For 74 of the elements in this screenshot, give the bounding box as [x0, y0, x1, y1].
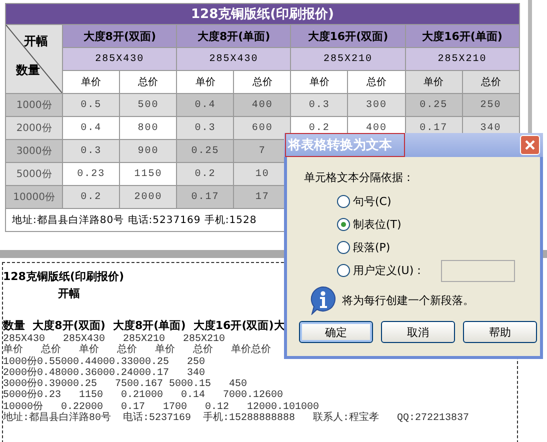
- table-cell: 0.25: [176, 140, 234, 162]
- table-cell: 2000份: [6, 116, 63, 140]
- input-field[interactable]: [440, 260, 515, 282]
- table-cell: 0.4: [176, 94, 234, 116]
- radio-button[interactable]: [337, 241, 350, 254]
- table-header: 285X430: [176, 48, 291, 70]
- table-cell: 5000份: [6, 162, 63, 186]
- table-cell: 0.23: [62, 162, 120, 186]
- text-line: 3000份0.39000.25 7500.167 5000.15 450: [3, 379, 248, 390]
- table-header: 大度8开(双面): [62, 24, 177, 48]
- table-cell: 0.4: [62, 116, 120, 140]
- table-cell: 800: [120, 116, 177, 140]
- text-line: 5000份0.23 1150 0.21000 0.14 7000.12600: [3, 390, 284, 402]
- table-cell: 3000份: [6, 140, 63, 162]
- text-line: 2000份0.48000.36000.24000.17 340: [3, 368, 206, 379]
- close-button[interactable]: [520, 135, 540, 155]
- table-cell: 1000份: [6, 94, 63, 116]
- radio-label[interactable]: 句号(C): [353, 194, 392, 209]
- table-cell: 600: [234, 116, 291, 140]
- table-cell: 0.2: [62, 186, 120, 208]
- radio-button[interactable]: [337, 264, 350, 277]
- table-header: 大度8开(单面): [176, 24, 291, 48]
- table-cell: 0.3: [62, 140, 120, 162]
- table-cell: 10000份: [6, 186, 63, 208]
- text-line: 128克铜版纸(印刷报价): [3, 269, 124, 285]
- table-header: 单价: [405, 70, 462, 94]
- table-title: 128克铜版纸(印刷报价): [6, 4, 520, 24]
- text-line: 数量 大度8开(双面) 大度8开(单面) 大度16开(双面)大: [3, 318, 285, 334]
- table-cell: 400: [234, 94, 291, 116]
- text-line: 单价 总价 单价 总价 单价 总价 单价总价: [3, 345, 272, 356]
- text-line: 1000份0.55000.44000.33000.25 250: [3, 356, 206, 368]
- radio-button[interactable]: [337, 218, 350, 231]
- table-header: 单价: [176, 70, 234, 94]
- text-line: 开幅: [58, 286, 80, 302]
- table-cell: 0.3: [176, 116, 234, 140]
- dialog-button[interactable]: 确定: [299, 321, 373, 343]
- radio-label[interactable]: 制表位(T): [353, 217, 402, 232]
- dialog-button[interactable]: 取消: [381, 321, 455, 343]
- table-header: 大度16开(单面): [405, 24, 520, 48]
- table-header: 总价: [462, 70, 520, 94]
- close-icon: [524, 139, 536, 151]
- table-cell: 250: [462, 94, 520, 116]
- table-cell: 500: [120, 94, 177, 116]
- table-header: 总价: [234, 70, 291, 94]
- table-header: 285X430: [62, 48, 177, 70]
- table-cell: 1150: [120, 162, 177, 186]
- info-icon: [308, 285, 338, 315]
- info-message: 将为每行创建一个新段落。: [342, 292, 474, 308]
- table-cell: 0.25: [405, 94, 462, 116]
- table-header: 285X210: [290, 48, 406, 70]
- table-cell: 300: [348, 94, 406, 116]
- table-header: 总价: [120, 70, 177, 94]
- text-line: 10000份 0.22000 0.17 1700 0.12 12000.101000: [3, 402, 320, 413]
- prompt-label: 单元格文本分隔依据：: [304, 170, 415, 185]
- table-cell: 0.5: [62, 94, 120, 116]
- table-header: 总价: [348, 70, 406, 94]
- table-cell: 900: [120, 140, 177, 162]
- table-cell: 0.3: [290, 94, 348, 116]
- table-header: 285X210: [405, 48, 520, 70]
- table-cell: 2000: [120, 186, 177, 208]
- table-header: 单价: [290, 70, 348, 94]
- column-header-label: 开幅: [24, 33, 48, 50]
- table-cell: 0.2: [176, 162, 234, 186]
- radio-label[interactable]: 段落(P): [353, 240, 390, 255]
- table-cell: 0.17: [176, 186, 234, 208]
- text-line: 285X430 285X430 285X210 285X210: [3, 334, 226, 345]
- contact-text: 地址:都昌县白洋路80号 电话:5237169 手机:1528: [12, 215, 257, 226]
- row-header-label: 数量: [16, 62, 40, 79]
- table-header: 大度16开(双面): [290, 24, 406, 48]
- table-header: 单价: [62, 70, 120, 94]
- text-line: 地址:都昌县白洋路80号 电话:5237169 手机:15288888888 联系人:程宝孝 QQ:272213837: [3, 413, 470, 424]
- radio-button[interactable]: [337, 195, 350, 208]
- radio-label[interactable]: 用户定义(U)：: [353, 263, 425, 278]
- dialog-button[interactable]: 帮助: [463, 321, 537, 343]
